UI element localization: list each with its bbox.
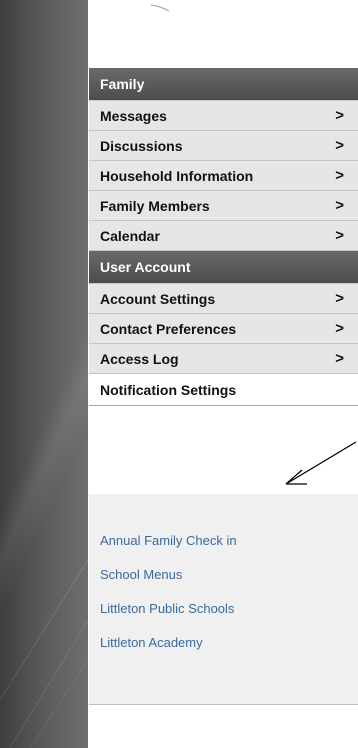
chevron-right-icon: > bbox=[335, 320, 344, 337]
chevron-right-icon: > bbox=[335, 290, 344, 307]
left-rail bbox=[0, 0, 88, 748]
chevron-right-icon: > bbox=[335, 350, 344, 367]
menu-item-label: Contact Preferences bbox=[100, 320, 237, 337]
menu-item-label: Account Settings bbox=[100, 290, 216, 307]
menu-item-label: Family Members bbox=[100, 197, 210, 214]
chevron-right-icon: > bbox=[335, 107, 344, 124]
section-header-user-account: User Account bbox=[89, 251, 358, 284]
menu-item-label: Discussions bbox=[100, 137, 183, 154]
menu-item-label: Household Information bbox=[100, 167, 254, 184]
chevron-right-icon: > bbox=[335, 167, 344, 184]
menu-item-family-members[interactable]: Family Members > bbox=[89, 191, 358, 221]
link-school-menus[interactable]: School Menus bbox=[100, 558, 237, 592]
quick-links: Annual Family Check in School Menus Litt… bbox=[100, 524, 237, 660]
menu-item-calendar[interactable]: Calendar > bbox=[89, 221, 358, 251]
menu-item-label: Calendar bbox=[100, 227, 160, 244]
rail-decoration bbox=[0, 559, 88, 748]
menu-item-label: Notification Settings bbox=[100, 381, 237, 398]
quick-links-panel: Annual Family Check in School Menus Litt… bbox=[89, 494, 358, 705]
menu-item-contact-preferences[interactable]: Contact Preferences > bbox=[89, 314, 358, 344]
menu-item-discussions[interactable]: Discussions > bbox=[89, 131, 358, 161]
side-menu: Family Messages > Discussions > Househol… bbox=[89, 68, 358, 406]
menu-item-account-settings[interactable]: Account Settings > bbox=[89, 284, 358, 314]
chevron-right-icon: > bbox=[335, 197, 344, 214]
chevron-right-icon: > bbox=[335, 137, 344, 154]
menu-item-label: Messages bbox=[100, 107, 167, 124]
chevron-right-icon: > bbox=[335, 227, 344, 244]
menu-item-label: Access Log bbox=[100, 350, 179, 367]
menu-item-notification-settings[interactable]: Notification Settings bbox=[89, 374, 358, 406]
menu-item-access-log[interactable]: Access Log > bbox=[89, 344, 358, 374]
annotation-arrow-icon bbox=[285, 441, 357, 485]
link-littleton-public-schools[interactable]: Littleton Public Schools bbox=[100, 592, 237, 626]
link-littleton-academy[interactable]: Littleton Academy bbox=[100, 626, 237, 660]
menu-item-messages[interactable]: Messages > bbox=[89, 101, 358, 131]
menu-item-household-information[interactable]: Household Information > bbox=[89, 161, 358, 191]
section-header-family: Family bbox=[89, 68, 358, 101]
top-decoration-mark bbox=[150, 4, 170, 12]
link-annual-family-check-in[interactable]: Annual Family Check in bbox=[100, 524, 237, 558]
